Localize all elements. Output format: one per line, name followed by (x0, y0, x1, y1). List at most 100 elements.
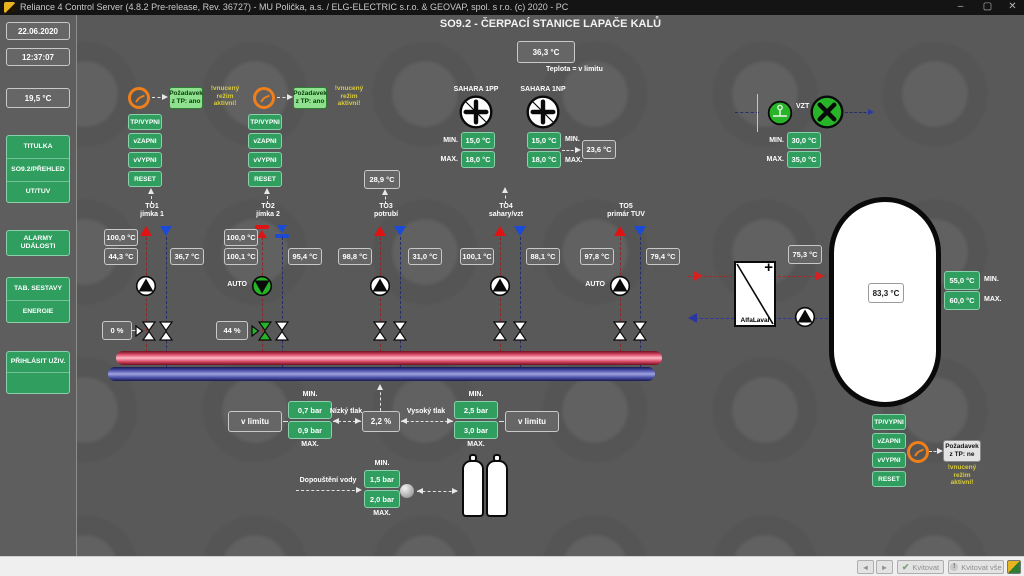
auto-mode-label: AUTO (227, 281, 247, 289)
sidebar-item-prehled[interactable]: SO9.2/PŘEHLED (7, 159, 69, 182)
sahara-1np-min-setpoint[interactable]: 15,0 °C (527, 132, 561, 149)
valve-icon[interactable] (275, 321, 289, 341)
circulation-pump-icon[interactable] (794, 306, 816, 328)
water-min-setpoint[interactable]: 1,5 bar (364, 470, 400, 488)
circuit-label: TO5primár TUV (607, 203, 645, 218)
supply-flow-arrow (614, 226, 626, 236)
acknowledge-all-button[interactable]: ! Kvitovat vše (948, 560, 1004, 574)
return-line (520, 237, 521, 368)
valve-icon[interactable] (633, 321, 647, 341)
valve-percent-display: 0 % (102, 321, 132, 340)
min-label: MIN. (443, 137, 458, 145)
vzapni-button[interactable]: vZAPNI (872, 433, 906, 449)
hx-out-temp-display: 75,3 °C (788, 245, 822, 264)
min-label: MIN. (469, 391, 484, 399)
app-icon (4, 2, 15, 13)
supply-temp-display: 44,3 °C (104, 248, 138, 265)
high-pressure-max-setpoint[interactable]: 3,0 bar (454, 421, 498, 439)
arrowhead-right (868, 109, 874, 115)
vvypni-button[interactable]: vVYPNI (248, 152, 282, 168)
prev-alarm-button[interactable]: ◄ (857, 560, 874, 574)
pump-icon[interactable] (489, 275, 511, 297)
heat-exchanger[interactable]: + AlfaLaval (734, 261, 776, 327)
sidebar-item-ut-tuv[interactable]: UT/TUV (7, 182, 69, 202)
maximize-button[interactable]: ▢ (979, 0, 996, 14)
pump-icon[interactable] (369, 275, 391, 297)
main-temp-display: 36,3 °C (517, 41, 575, 63)
valve-icon[interactable] (373, 321, 387, 341)
scada-window: Reliance 4 Control Server (4.8.2 Pre-rel… (0, 0, 1024, 576)
vzt-max-setpoint[interactable]: 35,0 °C (787, 151, 821, 168)
window-title: Reliance 4 Control Server (4.8.2 Pre-rel… (20, 2, 568, 12)
circuit-label: TO3potrubí (374, 203, 398, 218)
high-pressure-min-setpoint[interactable]: 2,5 bar (454, 401, 498, 419)
three-way-valve-icon-open[interactable] (251, 321, 273, 341)
water-refill-label: Dopouštění vody (300, 477, 357, 485)
tank-max-setpoint[interactable]: 60,0 °C (944, 291, 980, 310)
pump-icon[interactable] (609, 275, 631, 297)
vvypni-button[interactable]: vVYPNI (872, 452, 906, 468)
fan-icon[interactable] (459, 95, 493, 129)
arrowhead-up (502, 187, 508, 193)
sahara-1np-max-setpoint[interactable]: 18,0 °C (527, 151, 561, 168)
dashed-link (296, 490, 360, 491)
vzt-valve-icon[interactable] (767, 100, 793, 126)
sahara-1pp-label: SAHARA 1PP (454, 86, 499, 94)
minimize-button[interactable]: – (952, 0, 969, 14)
arrowhead-up (377, 384, 383, 390)
close-button[interactable]: ✕ (1004, 0, 1021, 14)
vzapni-button[interactable]: vZAPNI (128, 133, 162, 149)
sidebar-item-energie[interactable]: ENERGIE (7, 301, 69, 323)
reliance-tray-icon[interactable] (1007, 560, 1021, 574)
next-alarm-button[interactable]: ► (876, 560, 893, 574)
valve-icon[interactable] (393, 321, 407, 341)
nav-group-alarms: ALARMY UDÁLOSTI (6, 230, 70, 256)
reset-button[interactable]: RESET (128, 171, 162, 187)
time-program-clock-icon[interactable] (906, 440, 930, 464)
water-max-setpoint[interactable]: 2,0 bar (364, 490, 400, 508)
tp-vypni-button[interactable]: TP/VYPNI (872, 414, 906, 430)
sahara-1pp-max-setpoint[interactable]: 18,0 °C (461, 151, 495, 168)
valve-icon[interactable] (513, 321, 527, 341)
acknowledge-button[interactable]: ✔ Kvitovat (897, 560, 944, 574)
reset-button[interactable]: RESET (872, 471, 906, 487)
sahara-1np-label: SAHARA 1NP (520, 86, 565, 94)
arrowhead-left (417, 488, 423, 494)
forced-mode-warning: !vnucenýrežimaktivní! (948, 464, 977, 487)
valve-icon[interactable] (613, 321, 627, 341)
low-pressure-min-setpoint[interactable]: 0,7 bar (288, 401, 332, 419)
vzapni-button[interactable]: vZAPNI (248, 133, 282, 149)
vzt-min-setpoint[interactable]: 30,0 °C (787, 132, 821, 149)
return-arrowhead (688, 313, 697, 323)
sidebar-item-alarmy-udalosti[interactable]: ALARMY UDÁLOSTI (7, 231, 69, 255)
arrowhead-up (148, 188, 154, 194)
valve-icon[interactable] (159, 321, 173, 341)
tp-request-box: Požadavek z TP: ne (943, 440, 981, 462)
tp-vypni-button[interactable]: TP/VYPNI (128, 114, 162, 130)
sidebar-item-tab-sestavy[interactable]: TAB. SESTAVY (7, 278, 69, 301)
three-way-valve-icon[interactable] (135, 321, 157, 341)
pump-icon-running[interactable] (251, 275, 273, 297)
acknowledge-all-label: Kvitovat vše (961, 563, 1001, 572)
tank-temp-display: 83,3 °C (868, 283, 904, 303)
valve-icon[interactable] (493, 321, 507, 341)
page-title: SO9.2 - ČERPACÍ STANICE LAPAČE KALŮ (77, 18, 1024, 30)
arrowhead-up (264, 188, 270, 194)
reset-button[interactable]: RESET (248, 171, 282, 187)
low-pressure-max-setpoint[interactable]: 0,9 bar (288, 421, 332, 439)
tp-vypni-button[interactable]: TP/VYPNI (248, 114, 282, 130)
sidebar-item-titulka[interactable]: TITULKA (7, 136, 69, 159)
time-program-clock-icon[interactable] (252, 86, 276, 110)
fan-icon[interactable] (526, 95, 560, 129)
sahara-1pp-min-setpoint[interactable]: 15,0 °C (461, 132, 495, 149)
vzt-fan-icon[interactable] (810, 95, 844, 129)
supply-temp-display: 100,1 °C (224, 248, 258, 265)
arrowhead-right (356, 487, 362, 493)
sidebar-item-prihlasit[interactable]: PŘIHLÁSIT UŽIV. (7, 352, 69, 373)
vvypni-button[interactable]: vVYPNI (128, 152, 162, 168)
tank-min-setpoint[interactable]: 55,0 °C (944, 271, 980, 290)
sidebar-item-empty (7, 373, 69, 394)
time-program-clock-icon[interactable] (127, 86, 151, 110)
pump-icon[interactable] (135, 275, 157, 297)
tp-request-box: Požadavek z TP: ano (293, 87, 327, 109)
